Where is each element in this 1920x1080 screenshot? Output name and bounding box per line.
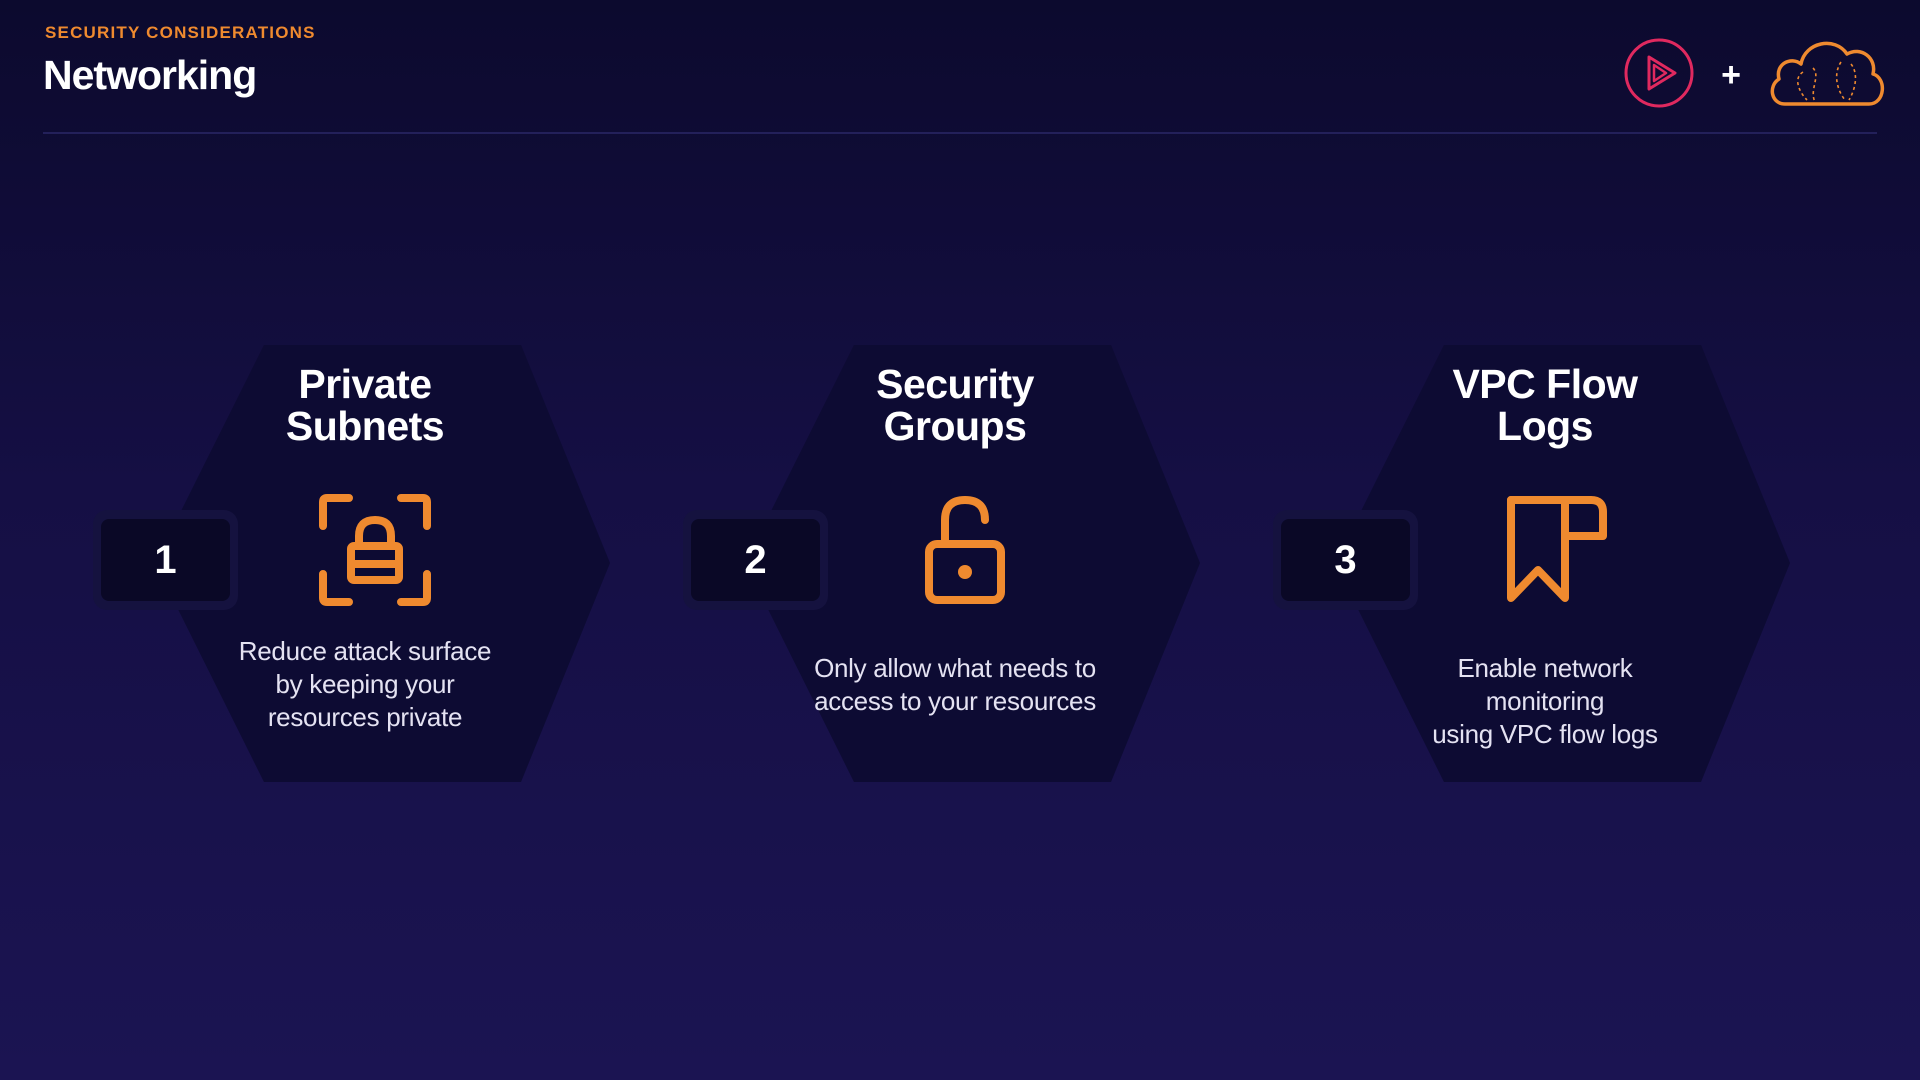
card-description-line: Reduce attack surface <box>238 636 492 666</box>
lock-focus-icon <box>319 494 431 606</box>
card-title: Security Groups <box>835 363 1075 447</box>
card-title: Private Subnets <box>245 363 485 447</box>
step-number-label: 3 <box>1281 519 1410 601</box>
card-title-line: Groups <box>883 403 1027 449</box>
bookmark-flag-icon <box>1507 496 1607 602</box>
card-title-line: VPC Flow <box>1452 361 1638 407</box>
card-title-line: Private <box>298 361 432 407</box>
card-description-line: resources private <box>267 702 463 732</box>
card-description-line: Only allow what needs to <box>814 653 1096 683</box>
play-logo-icon <box>1624 38 1694 108</box>
card-description-line: by keeping your <box>275 669 455 699</box>
cloud-logo-icon <box>1770 41 1884 106</box>
card-title: VPC Flow Logs <box>1425 363 1665 447</box>
step-number-1: 1 <box>93 510 238 610</box>
card-description: Reduce attack surface by keeping your re… <box>215 635 515 734</box>
step-number-3: 3 <box>1273 510 1418 610</box>
card-description: Enable network monitoring using VPC flow… <box>1395 652 1695 751</box>
plus-sign: + <box>1721 56 1741 94</box>
unlocked-padlock-icon <box>925 496 1005 604</box>
card-title-line: Logs <box>1497 403 1593 449</box>
card-description-line: using VPC flow logs <box>1432 719 1658 749</box>
card-description: Only allow what needs to access to your … <box>805 652 1105 718</box>
card-description-line: access to your resources <box>814 686 1096 716</box>
card-title-line: Security <box>876 361 1034 407</box>
card-title-line: Subnets <box>285 403 445 449</box>
card-description-line: Enable network monitoring <box>1457 653 1633 716</box>
step-number-label: 1 <box>101 519 230 601</box>
header-divider <box>43 132 1877 134</box>
step-number-label: 2 <box>691 519 820 601</box>
page-title: Networking <box>43 52 257 98</box>
step-number-2: 2 <box>683 510 828 610</box>
section-eyebrow: SECURITY CONSIDERATIONS <box>45 23 316 42</box>
